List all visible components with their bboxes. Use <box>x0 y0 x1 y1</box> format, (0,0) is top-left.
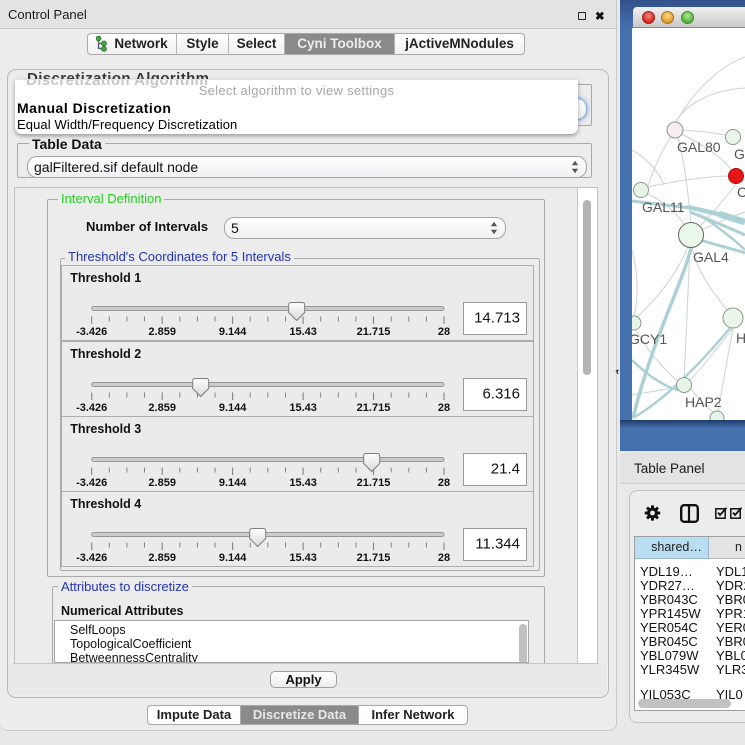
svg-text:GAL4: GAL4 <box>693 249 729 265</box>
svg-text:28: 28 <box>438 477 450 489</box>
svg-text:9.144: 9.144 <box>219 552 247 564</box>
svg-text:C: C <box>737 184 745 200</box>
svg-text:9.144: 9.144 <box>219 477 247 489</box>
svg-text:H: H <box>736 330 745 346</box>
svg-text:G.: G. <box>734 146 745 162</box>
svg-text:2.859: 2.859 <box>149 326 177 338</box>
svg-text:15.43: 15.43 <box>290 552 318 564</box>
svg-text:21.715: 21.715 <box>357 552 391 564</box>
svg-text:HAP2: HAP2 <box>685 394 722 410</box>
svg-text:21.715: 21.715 <box>357 326 391 338</box>
svg-text:2.859: 2.859 <box>149 477 177 489</box>
svg-text:-3.426: -3.426 <box>76 552 107 564</box>
svg-text:2.859: 2.859 <box>149 552 177 564</box>
svg-text:9.144: 9.144 <box>219 326 247 338</box>
svg-text:21.715: 21.715 <box>357 402 391 414</box>
svg-text:28: 28 <box>438 552 450 564</box>
svg-text:GAL11: GAL11 <box>642 199 685 215</box>
svg-text:2.859: 2.859 <box>149 402 177 414</box>
svg-text:GCY1: GCY1 <box>632 331 667 347</box>
svg-text:21.715: 21.715 <box>357 477 391 489</box>
svg-text:15.43: 15.43 <box>290 326 318 338</box>
svg-text:15.43: 15.43 <box>290 402 318 414</box>
svg-text:28: 28 <box>438 402 450 414</box>
svg-text:-3.426: -3.426 <box>76 477 107 489</box>
svg-text:GAL80: GAL80 <box>677 139 721 155</box>
svg-text:-3.426: -3.426 <box>76 326 107 338</box>
svg-text:9.144: 9.144 <box>219 402 247 414</box>
svg-text:15.43: 15.43 <box>290 477 318 489</box>
svg-text:-3.426: -3.426 <box>76 402 107 414</box>
svg-text:28: 28 <box>438 326 450 338</box>
